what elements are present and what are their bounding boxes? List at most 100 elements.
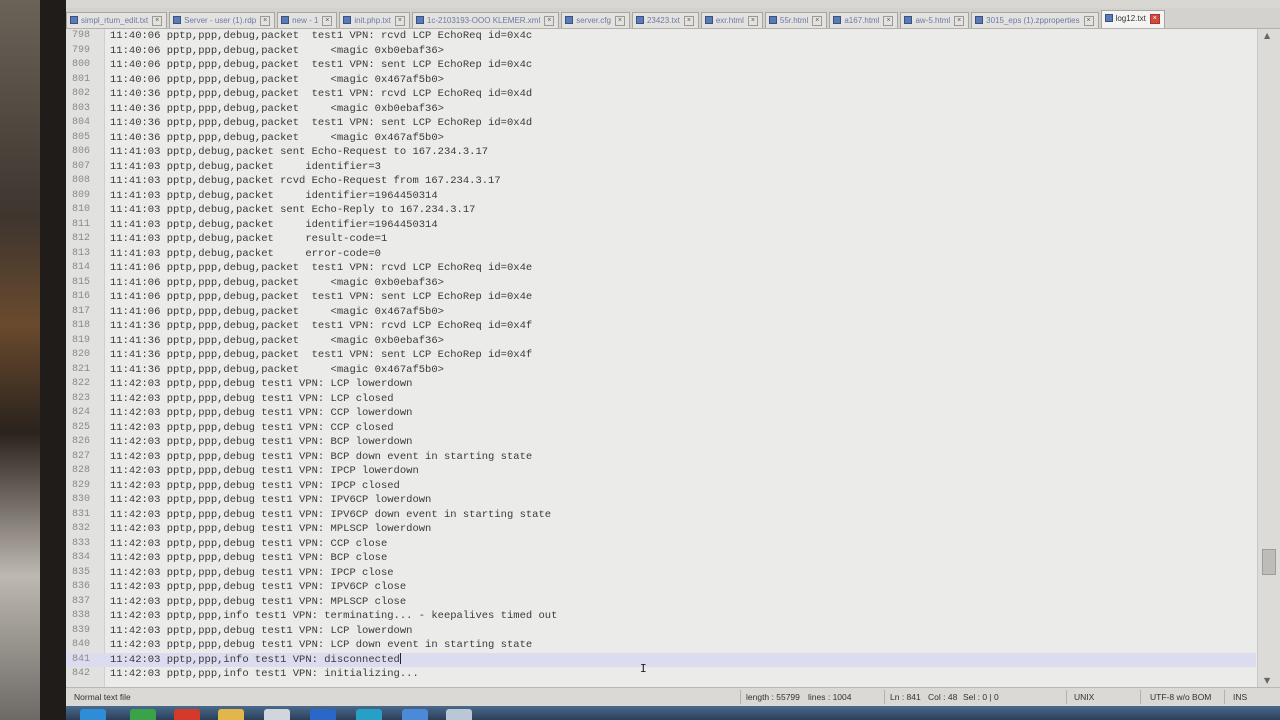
tab-file[interactable]: aw-5.html × — [900, 12, 970, 28]
line-text[interactable]: 11:40:06 pptp,ppp,debug,packet <magic 0x… — [110, 73, 444, 88]
code-line[interactable]: 808 11:41:03 pptp,debug,packet rcvd Echo-… — [66, 174, 1256, 189]
code-line[interactable]: 838 11:42:03 pptp,ppp,info test1 VPN: ter… — [66, 609, 1256, 624]
code-line[interactable]: 826 11:42:03 pptp,ppp,debug test1 VPN: BC… — [66, 435, 1256, 450]
line-text[interactable]: 11:40:06 pptp,ppp,debug,packet test1 VPN… — [110, 29, 532, 44]
vertical-scrollbar[interactable]: ▲ ▼ — [1257, 29, 1280, 687]
line-text[interactable]: 11:41:06 pptp,ppp,debug,packet <magic 0x… — [110, 305, 444, 320]
code-line[interactable]: 837 11:42:03 pptp,ppp,debug test1 VPN: MP… — [66, 595, 1256, 610]
line-text[interactable]: 11:41:03 pptp,debug,packet sent Echo-Req… — [110, 145, 488, 160]
line-text[interactable]: 11:42:03 pptp,ppp,debug test1 VPN: LCP d… — [110, 638, 532, 653]
code-line[interactable]: 821 11:41:36 pptp,ppp,debug,packet <magic… — [66, 363, 1256, 378]
code-line[interactable]: 810 11:41:03 pptp,debug,packet sent Echo-… — [66, 203, 1256, 218]
code-line[interactable]: 832 11:42:03 pptp,ppp,debug test1 VPN: MP… — [66, 522, 1256, 537]
tab-file[interactable]: 55r.html × — [764, 12, 828, 28]
line-text[interactable]: 11:41:36 pptp,ppp,debug,packet test1 VPN… — [110, 319, 532, 334]
line-text[interactable]: 11:40:36 pptp,ppp,debug,packet test1 VPN… — [110, 116, 532, 131]
line-text[interactable]: 11:42:03 pptp,ppp,debug test1 VPN: LCP c… — [110, 392, 394, 407]
code-line[interactable]: 814 11:41:06 pptp,ppp,debug,packet test1 … — [66, 261, 1256, 276]
line-text[interactable]: 11:41:03 pptp,debug,packet identifier=3 — [110, 160, 381, 175]
code-line[interactable]: 839 11:42:03 pptp,ppp,debug test1 VPN: LC… — [66, 624, 1256, 639]
tab-file[interactable]: init.php.txt × — [339, 12, 410, 28]
code-line[interactable]: 842 11:42:03 pptp,ppp,info test1 VPN: ini… — [66, 667, 1256, 682]
code-line[interactable]: 807 11:41:03 pptp,debug,packet identifier… — [66, 160, 1256, 175]
line-text[interactable]: 11:41:03 pptp,debug,packet identifier=19… — [110, 189, 438, 204]
line-text[interactable]: 11:42:03 pptp,ppp,debug test1 VPN: BCP d… — [110, 450, 532, 465]
code-line[interactable]: 819 11:41:36 pptp,ppp,debug,packet <magic… — [66, 334, 1256, 349]
taskbar-app-icon[interactable] — [174, 709, 200, 720]
taskbar-app3-icon[interactable] — [356, 709, 382, 720]
taskbar-browser-icon[interactable] — [130, 709, 156, 720]
line-text[interactable]: 11:41:03 pptp,debug,packet error-code=0 — [110, 247, 381, 262]
code-line[interactable]: 806 11:41:03 pptp,debug,packet sent Echo-… — [66, 145, 1256, 160]
line-text[interactable]: 11:42:03 pptp,ppp,debug test1 VPN: IPV6C… — [110, 508, 551, 523]
close-tab-icon[interactable]: × — [954, 15, 965, 26]
tab-file[interactable]: simpl_rtum_edit.txt × — [66, 12, 168, 28]
line-text[interactable]: 11:41:03 pptp,debug,packet result-code=1 — [110, 232, 387, 247]
code-line[interactable]: 815 11:41:06 pptp,ppp,debug,packet <magic… — [66, 276, 1256, 291]
line-text[interactable]: 11:42:03 pptp,ppp,debug test1 VPN: BCP l… — [110, 435, 412, 450]
tab-file[interactable]: 23423.txt × — [631, 12, 699, 28]
start-button-icon[interactable] — [80, 709, 106, 720]
line-text[interactable]: 11:42:03 pptp,ppp,info test1 VPN: termin… — [110, 609, 557, 624]
code-line[interactable]: 804 11:40:36 pptp,ppp,debug,packet test1 … — [66, 116, 1256, 131]
taskbar-notepad-icon[interactable] — [446, 709, 472, 720]
text-lines[interactable]: 798 11:40:06 pptp,ppp,debug,packet test1 … — [66, 29, 1256, 682]
line-text[interactable]: 11:42:03 pptp,ppp,debug test1 VPN: LCP l… — [110, 377, 412, 392]
taskbar-folder-icon[interactable] — [218, 709, 244, 720]
taskbar-app2-icon[interactable] — [264, 709, 290, 720]
code-line[interactable]: 836 11:42:03 pptp,ppp,debug test1 VPN: IP… — [66, 580, 1256, 595]
line-text[interactable]: 11:42:03 pptp,ppp,debug test1 VPN: LCP l… — [110, 624, 412, 639]
text-editor[interactable]: 798 11:40:06 pptp,ppp,debug,packet test1 … — [66, 29, 1280, 687]
line-text[interactable]: 11:42:03 pptp,ppp,debug test1 VPN: IPCP … — [110, 479, 400, 494]
line-text[interactable]: 11:42:03 pptp,ppp,info test1 VPN: discon… — [110, 653, 401, 668]
taskbar-app4-icon[interactable] — [402, 709, 428, 720]
line-text[interactable]: 11:40:06 pptp,ppp,debug,packet test1 VPN… — [110, 58, 532, 73]
close-tab-icon[interactable]: × — [683, 15, 694, 26]
code-line[interactable]: 829 11:42:03 pptp,ppp,debug test1 VPN: IP… — [66, 479, 1256, 494]
line-text[interactable]: 11:41:03 pptp,debug,packet sent Echo-Rep… — [110, 203, 475, 218]
line-text[interactable]: 11:41:03 pptp,debug,packet rcvd Echo-Req… — [110, 174, 501, 189]
line-text[interactable]: 11:41:06 pptp,ppp,debug,packet <magic 0x… — [110, 276, 444, 291]
line-text[interactable]: 11:42:03 pptp,ppp,debug test1 VPN: MPLSC… — [110, 595, 406, 610]
code-line[interactable]: 813 11:41:03 pptp,debug,packet error-code… — [66, 247, 1256, 262]
code-line[interactable]: 834 11:42:03 pptp,ppp,debug test1 VPN: BC… — [66, 551, 1256, 566]
scroll-down-icon[interactable]: ▼ — [1264, 676, 1270, 685]
line-text[interactable]: 11:41:36 pptp,ppp,debug,packet <magic 0x… — [110, 334, 444, 349]
line-text[interactable]: 11:41:36 pptp,ppp,debug,packet test1 VPN… — [110, 348, 532, 363]
close-tab-icon[interactable]: × — [152, 15, 163, 26]
line-text[interactable]: 11:42:03 pptp,ppp,debug test1 VPN: MPLSC… — [110, 522, 431, 537]
tab-file[interactable]: Server - user (1).rdp × — [169, 12, 276, 28]
code-line[interactable]: 798 11:40:06 pptp,ppp,debug,packet test1 … — [66, 29, 1256, 44]
line-text[interactable]: 11:42:03 pptp,ppp,debug test1 VPN: BCP c… — [110, 551, 387, 566]
code-line[interactable]: 827 11:42:03 pptp,ppp,debug test1 VPN: BC… — [66, 450, 1256, 465]
close-tab-icon[interactable]: × — [1149, 13, 1160, 24]
line-text[interactable]: 11:41:03 pptp,debug,packet identifier=19… — [110, 218, 438, 233]
code-line[interactable]: 825 11:42:03 pptp,ppp,debug test1 VPN: CC… — [66, 421, 1256, 436]
tab-file[interactable]: exr.html × — [700, 12, 763, 28]
line-text[interactable]: 11:42:03 pptp,ppp,debug test1 VPN: IPV6C… — [110, 493, 431, 508]
line-text[interactable]: 11:41:36 pptp,ppp,debug,packet <magic 0x… — [110, 363, 444, 378]
close-tab-icon[interactable]: × — [394, 15, 405, 26]
code-line[interactable]: 840 11:42:03 pptp,ppp,debug test1 VPN: LC… — [66, 638, 1256, 653]
code-line[interactable]: 820 11:41:36 pptp,ppp,debug,packet test1 … — [66, 348, 1256, 363]
line-text[interactable]: 11:42:03 pptp,ppp,info test1 VPN: initia… — [110, 667, 419, 682]
code-line[interactable]: 831 11:42:03 pptp,ppp,debug test1 VPN: IP… — [66, 508, 1256, 523]
scrollbar-thumb[interactable] — [1262, 549, 1276, 575]
line-text[interactable]: 11:40:36 pptp,ppp,debug,packet <magic 0x… — [110, 131, 444, 146]
code-line[interactable]: 811 11:41:03 pptp,debug,packet identifier… — [66, 218, 1256, 233]
line-text[interactable]: 11:41:06 pptp,ppp,debug,packet test1 VPN… — [110, 261, 532, 276]
close-tab-icon[interactable]: × — [883, 15, 894, 26]
code-line[interactable]: 833 11:42:03 pptp,ppp,debug test1 VPN: CC… — [66, 537, 1256, 552]
close-tab-icon[interactable]: × — [322, 15, 333, 26]
line-text[interactable]: 11:42:03 pptp,ppp,debug test1 VPN: IPCP … — [110, 464, 419, 479]
code-line[interactable]: 823 11:42:03 pptp,ppp,debug test1 VPN: LC… — [66, 392, 1256, 407]
code-line[interactable]: 801 11:40:06 pptp,ppp,debug,packet <magic… — [66, 73, 1256, 88]
code-line[interactable]: 799 11:40:06 pptp,ppp,debug,packet <magic… — [66, 44, 1256, 59]
code-line[interactable]: 818 11:41:36 pptp,ppp,debug,packet test1 … — [66, 319, 1256, 334]
code-line[interactable]: 835 11:42:03 pptp,ppp,debug test1 VPN: IP… — [66, 566, 1256, 581]
code-line[interactable]: 824 11:42:03 pptp,ppp,debug test1 VPN: CC… — [66, 406, 1256, 421]
close-tab-icon[interactable]: × — [544, 15, 555, 26]
code-line[interactable]: 809 11:41:03 pptp,debug,packet identifier… — [66, 189, 1256, 204]
tab-active[interactable]: log12.txt × — [1100, 10, 1165, 28]
code-line[interactable]: 841 11:42:03 pptp,ppp,info test1 VPN: dis… — [66, 652, 1256, 668]
